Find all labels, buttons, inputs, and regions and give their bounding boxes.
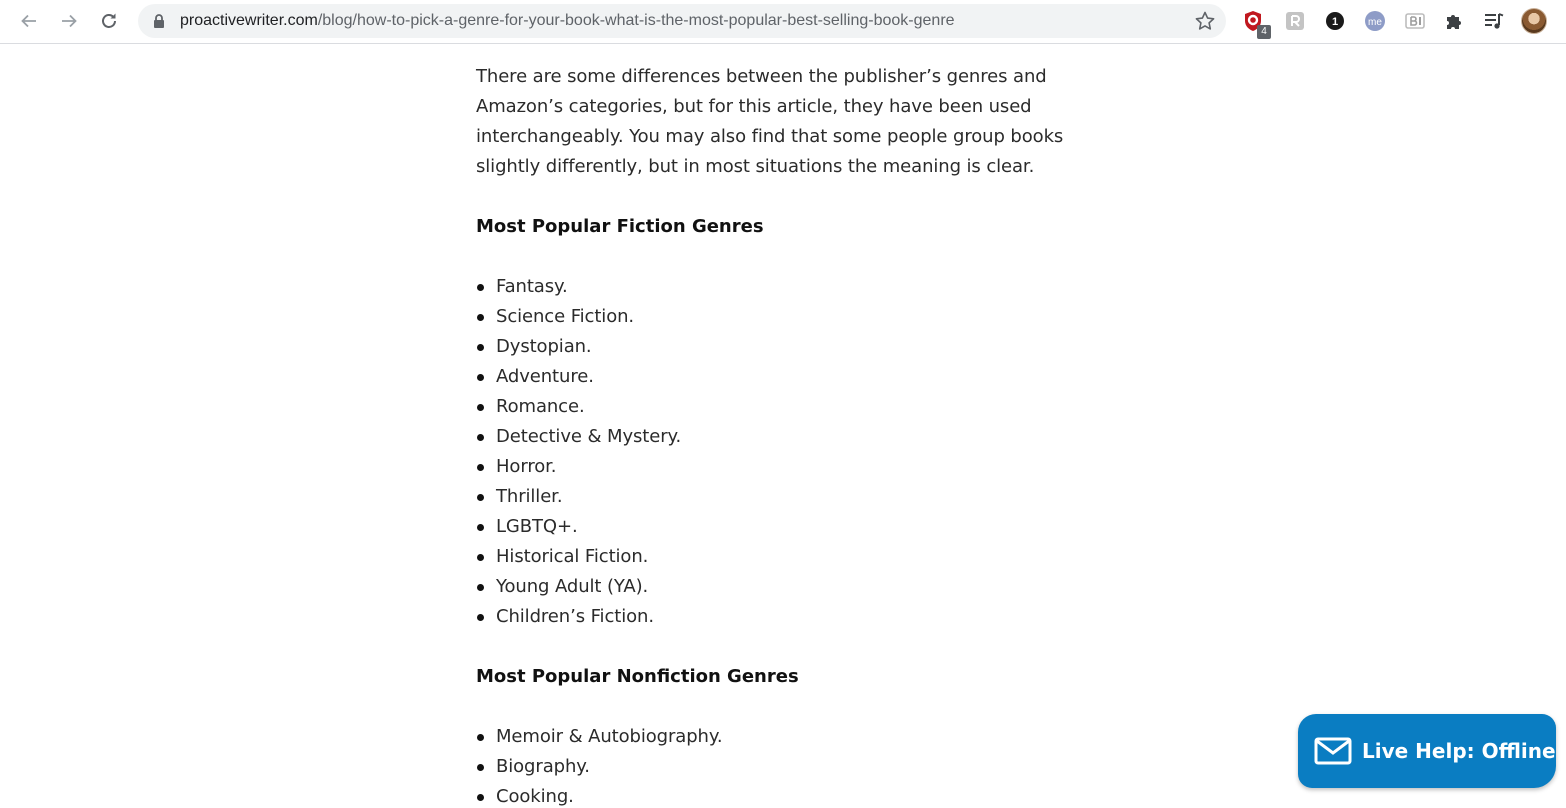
reload-button[interactable] — [94, 6, 124, 36]
list-item: Detective & Mystery. — [476, 422, 1076, 452]
b-extension-icon[interactable] — [1404, 10, 1426, 32]
arrow-right-icon — [62, 14, 77, 28]
list-item: Biography. — [476, 752, 1076, 782]
back-button[interactable] — [14, 6, 44, 36]
profile-avatar[interactable] — [1521, 8, 1547, 34]
url-text[interactable]: proactivewriter.com/blog/how-to-pick-a-g… — [180, 4, 955, 38]
fiction-heading: Most Popular Fiction Genres — [476, 216, 764, 237]
list-item: LGBTQ+. — [476, 512, 1076, 542]
onepassword-icon[interactable]: 1 — [1324, 10, 1346, 32]
address-bar[interactable]: proactivewriter.com/blog/how-to-pick-a-g… — [138, 4, 1226, 38]
list-item: Adventure. — [476, 362, 1076, 392]
arrow-left-icon — [21, 14, 36, 28]
url-host: proactivewriter.com — [180, 12, 318, 29]
list-item: Dystopian. — [476, 332, 1076, 362]
url-path: /blog/how-to-pick-a-genre-for-your-book-… — [317, 12, 955, 29]
article-body: There are some differences between the p… — [476, 62, 1076, 808]
list-item: Young Adult (YA). — [476, 572, 1076, 602]
list-item: Science Fiction. — [476, 302, 1076, 332]
list-item: Cooking. — [476, 782, 1076, 808]
list-item: Memoir & Autobiography. — [476, 722, 1076, 752]
media-control-icon[interactable] — [1483, 10, 1505, 32]
list-item: Historical Fiction. — [476, 542, 1076, 572]
fiction-genre-list: Fantasy. Science Fiction. Dystopian. Adv… — [476, 272, 1076, 632]
r-extension-icon[interactable] — [1284, 10, 1306, 32]
list-item: Thriller. — [476, 482, 1076, 512]
me-extension-icon[interactable]: me — [1364, 10, 1386, 32]
onepassword-glyph: 1 — [1332, 16, 1338, 28]
extensions-puzzle-icon[interactable] — [1443, 10, 1465, 32]
me-glyph: me — [1368, 17, 1382, 28]
ublock-badge: 4 — [1257, 25, 1271, 39]
list-item: Fantasy. — [476, 272, 1076, 302]
nonfiction-heading: Most Popular Nonfiction Genres — [476, 666, 799, 687]
intro-paragraph: There are some differences between the p… — [476, 66, 1064, 177]
live-help-button[interactable]: Live Help: Offline — [1298, 714, 1556, 788]
live-help-label: Live Help: Offline — [1362, 739, 1556, 763]
browser-toolbar: proactivewriter.com/blog/how-to-pick-a-g… — [0, 0, 1566, 44]
list-item: Children’s Fiction. — [476, 602, 1076, 632]
bookmark-star-icon[interactable] — [1194, 10, 1216, 32]
nonfiction-genre-list: Memoir & Autobiography. Biography. Cooki… — [476, 722, 1076, 808]
reload-icon — [102, 13, 116, 28]
forward-button[interactable] — [54, 6, 84, 36]
list-item: Romance. — [476, 392, 1076, 422]
envelope-icon — [1314, 737, 1352, 765]
list-item: Horror. — [476, 452, 1076, 482]
lock-icon — [154, 14, 164, 28]
